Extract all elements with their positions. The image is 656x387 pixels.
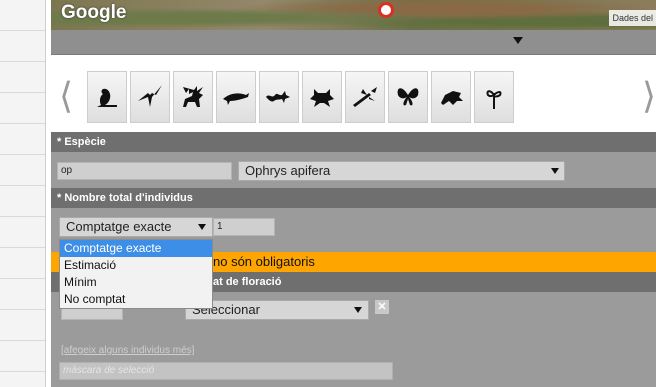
species-select-value: Ophrys apifera <box>245 163 331 178</box>
count-value-input[interactable]: 1 <box>213 218 275 236</box>
record-panel: Google Dades del ⟨ ⟩ * Espècie op Ophrys… <box>51 0 656 387</box>
selection-mask-input[interactable]: màscara de selecció <box>59 362 393 380</box>
count-header: * Nombre total d'individus <box>51 188 656 208</box>
deer-icon[interactable] <box>173 71 213 123</box>
carousel-prev-button[interactable]: ⟨ <box>59 70 73 122</box>
dragonfly-icon[interactable] <box>345 71 385 123</box>
observation-form: * Espècie op Ophrys apifera * Nombre tot… <box>51 132 656 387</box>
carousel-next-button[interactable]: ⟩ <box>642 70 656 122</box>
count-type-dropdown: Comptatge exacte Estimació Mínim No comp… <box>59 239 213 309</box>
count-type-select[interactable]: Comptatge exacte <box>59 217 213 237</box>
add-more-individuals-link[interactable]: [afegeix alguns individus més] <box>61 345 194 356</box>
map-pin-icon[interactable] <box>378 2 394 18</box>
chevron-down-icon[interactable] <box>513 37 523 44</box>
plant-icon[interactable] <box>474 71 514 123</box>
butterfly-icon[interactable] <box>388 71 428 123</box>
dropdown-option-estimate[interactable]: Estimació <box>60 257 212 274</box>
chevron-down-icon <box>198 224 206 230</box>
page-left-margin <box>0 0 46 387</box>
dolphin-icon[interactable] <box>216 71 256 123</box>
chevron-down-icon <box>551 168 559 174</box>
map-logo: Google <box>61 2 127 23</box>
dropdown-option-not-counted[interactable]: No comptat <box>60 291 212 308</box>
close-icon[interactable]: ✕ <box>375 300 389 314</box>
lizard-icon[interactable] <box>259 71 299 123</box>
bird-icon[interactable] <box>87 71 127 123</box>
beetle-icon[interactable] <box>431 71 471 123</box>
dropdown-option-minimum[interactable]: Mínim <box>60 274 212 291</box>
map-toggle-bar[interactable] <box>51 30 656 55</box>
bat-icon[interactable] <box>130 71 170 123</box>
count-type-select-value: Comptatge exacte <box>66 219 172 234</box>
map-data-label[interactable]: Dades del <box>609 10 656 26</box>
dropdown-option-exact[interactable]: Comptatge exacte <box>60 240 212 257</box>
species-code-input[interactable]: op <box>57 162 232 180</box>
chevron-down-icon <box>354 307 362 313</box>
species-select[interactable]: Ophrys apifera <box>238 161 565 181</box>
species-group-carousel: ⟨ ⟩ <box>51 66 656 126</box>
frog-icon[interactable] <box>302 71 342 123</box>
map-view[interactable]: Google Dades del <box>51 0 656 30</box>
species-header: * Espècie <box>51 132 656 152</box>
